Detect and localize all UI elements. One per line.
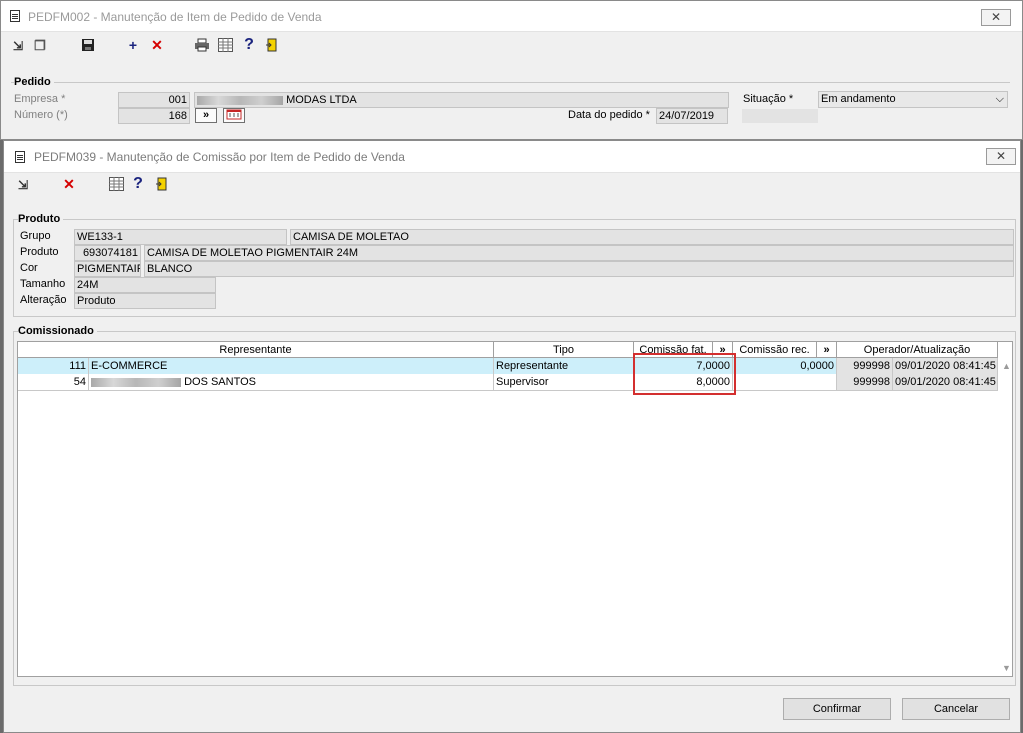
representante-name-cell[interactable]: E-COMMERCE (89, 358, 494, 374)
alteracao-label: Alteração (20, 294, 67, 306)
representante-name-suffix: DOS SANTOS (184, 376, 256, 388)
parent-toolbar: ⇲ ❐ + ✕ ? (1, 33, 1022, 59)
child-window-title: PEDFM039 - Manutenção de Comissão por It… (34, 150, 405, 164)
grupo-code-field[interactable]: WE133-1 (74, 229, 287, 245)
empresa-label: Empresa * (14, 93, 66, 105)
redacted-text (91, 377, 181, 387)
tamanho-label: Tamanho (20, 278, 66, 290)
cor-label: Cor (20, 262, 38, 274)
empresa-name-suffix: MODAS LTDA (286, 94, 357, 106)
empresa-code-field[interactable]: 001 (118, 92, 190, 108)
representante-code-cell[interactable]: 54 (18, 374, 89, 390)
comissao-rec-cell[interactable]: 0,0000 (733, 358, 837, 374)
redacted-text (197, 95, 283, 105)
help-icon[interactable]: ? (241, 37, 257, 53)
data-pedido-label: Data do pedido * (568, 109, 650, 121)
grupo-label: Grupo (20, 230, 51, 242)
grid-icon[interactable] (108, 177, 124, 193)
numero-field[interactable]: 168 (118, 108, 190, 124)
atualizacao-cell: 09/01/2020 08:41:45 (893, 358, 998, 374)
pedido-group-title: Pedido (14, 76, 54, 88)
produto-label: Produto (20, 246, 59, 258)
tamanho-field[interactable]: 24M (74, 277, 216, 293)
operador-cell: 999998 (837, 358, 893, 374)
document-icon (10, 10, 20, 22)
comissionado-group-title: Comissionado (18, 325, 97, 337)
exit-icon[interactable] (264, 38, 280, 54)
grid-icon[interactable] (217, 38, 233, 54)
open-icon[interactable]: ⇲ (10, 38, 26, 54)
document-icon (15, 151, 25, 163)
situacao-extra-field (742, 109, 818, 123)
column-header-operador[interactable]: Operador/Atualização (837, 342, 998, 358)
child-close-button[interactable]: ✕ (986, 148, 1016, 165)
representante-code-cell[interactable]: 111 (18, 358, 89, 374)
operador-cell: 999998 (837, 374, 893, 390)
parent-window-title: PEDFM002 - Manutenção de Item de Pedido … (28, 10, 322, 24)
column-header-representante[interactable]: Representante (18, 342, 494, 358)
comissao-rec-cell[interactable] (733, 374, 837, 390)
child-toolbar: ⇲ ✕ ? (4, 174, 1020, 198)
confirmar-button[interactable]: Confirmar (783, 698, 891, 720)
alteracao-field[interactable]: Produto (74, 293, 216, 309)
cor-code-field[interactable]: PIGMENTAIR (74, 261, 141, 277)
parent-close-button[interactable]: ✕ (981, 9, 1011, 26)
help-icon[interactable]: ? (130, 176, 146, 192)
situacao-value: Em andamento (821, 93, 896, 105)
numero-label: Número (*) (14, 109, 68, 121)
produto-desc-field[interactable]: CAMISA DE MOLETAO PIGMENTAIR 24M (144, 245, 1014, 261)
situacao-label: Situação * (743, 93, 794, 105)
situacao-select[interactable]: Em andamento ⌵ (818, 91, 1008, 108)
add-icon[interactable]: + (125, 37, 141, 53)
scroll-down-icon[interactable]: ▼ (1002, 663, 1011, 673)
produto-group-title: Produto (18, 213, 64, 225)
highlight-box (633, 353, 736, 395)
calendar-button[interactable] (223, 108, 245, 123)
delete-icon[interactable]: ✕ (149, 37, 165, 53)
open-icon[interactable]: ⇲ (15, 177, 31, 193)
comissionado-grid[interactable]: Representante Tipo Comissão fat. » Comis… (17, 341, 1013, 677)
print-icon[interactable] (194, 38, 210, 54)
grupo-desc-field[interactable]: CAMISA DE MOLETAO (290, 229, 1014, 245)
exit-icon[interactable] (154, 177, 170, 193)
parent-titlebar: PEDFM002 - Manutenção de Item de Pedido … (1, 1, 1022, 32)
empresa-name-field[interactable]: MODAS LTDA (194, 92, 729, 108)
data-pedido-field[interactable]: 24/07/2019 (656, 108, 728, 124)
save-icon[interactable] (80, 38, 96, 54)
cor-desc-field[interactable]: BLANCO (144, 261, 1014, 277)
scroll-up-icon[interactable]: ▲ (1002, 361, 1011, 371)
comissao-rec-more-button[interactable]: » (817, 342, 837, 358)
table-row[interactable]: 54 DOS SANTOS Supervisor 8,0000 999998 0… (18, 374, 998, 391)
calendar-icon (226, 109, 242, 120)
pedido-group-line (11, 82, 1010, 83)
numero-more-button[interactable]: » (195, 108, 217, 123)
table-row[interactable]: 111 E-COMMERCE Representante 7,0000 0,00… (18, 358, 998, 374)
cancelar-button[interactable]: Cancelar (902, 698, 1010, 720)
representante-name-cell[interactable]: DOS SANTOS (89, 374, 494, 390)
parent-window: PEDFM002 - Manutenção de Item de Pedido … (0, 0, 1023, 140)
tipo-cell[interactable]: Representante (494, 358, 634, 374)
atualizacao-cell: 09/01/2020 08:41:45 (893, 374, 998, 390)
column-header-tipo[interactable]: Tipo (494, 342, 634, 358)
delete-icon[interactable]: ✕ (61, 176, 77, 192)
column-header-comissao-rec[interactable]: Comissão rec. (733, 342, 817, 358)
chevron-down-icon[interactable]: ⌵ (996, 92, 1004, 106)
produto-code-field[interactable]: 693074181 (74, 245, 141, 261)
tipo-cell[interactable]: Supervisor (494, 374, 634, 390)
child-window: PEDFM039 - Manutenção de Comissão por It… (3, 140, 1021, 733)
child-titlebar: PEDFM039 - Manutenção de Comissão por It… (4, 141, 1020, 173)
copy-icon[interactable]: ❐ (32, 38, 48, 54)
